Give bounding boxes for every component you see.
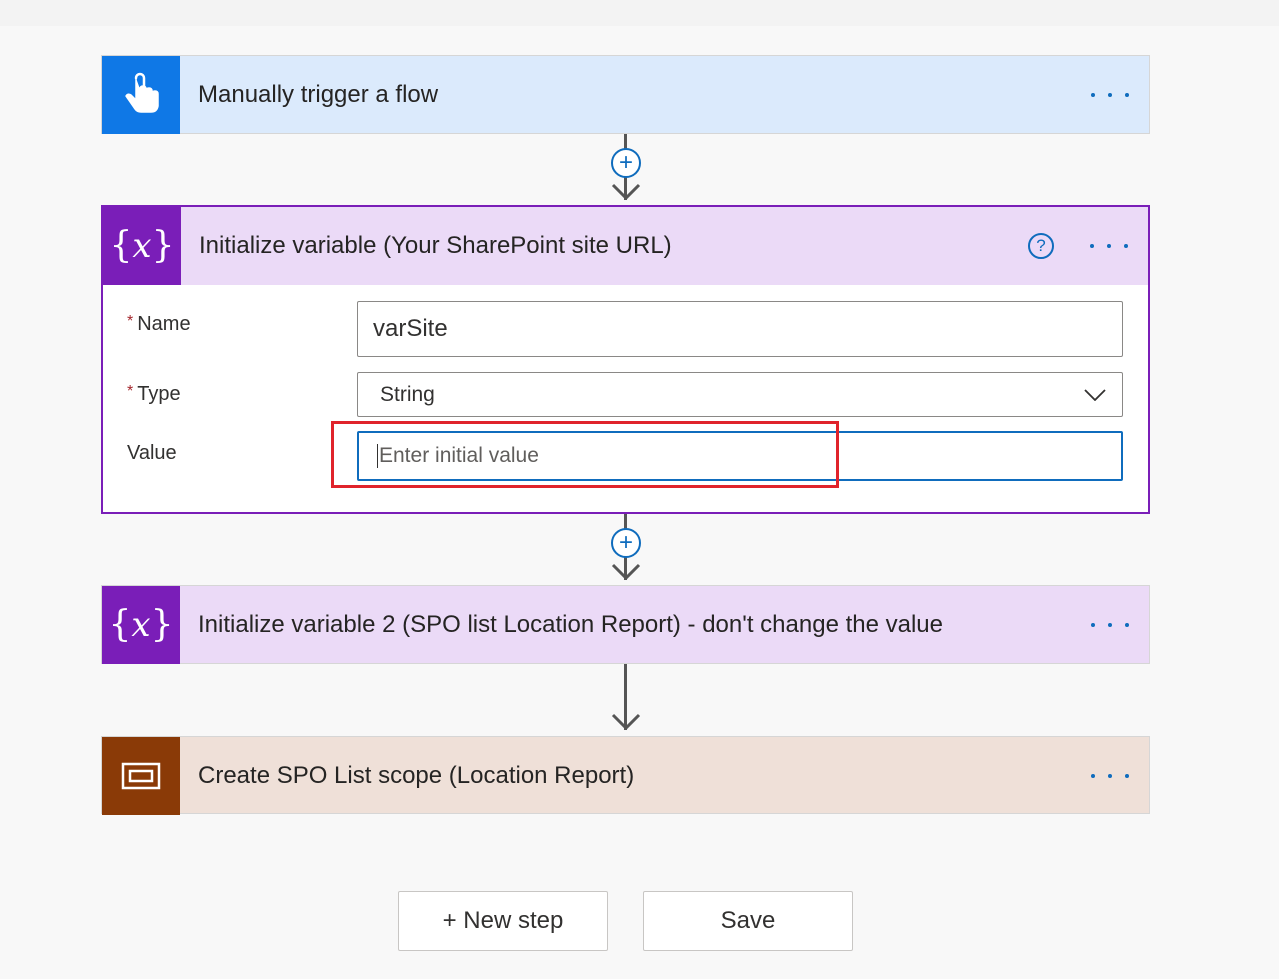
type-dropdown[interactable]: String: [357, 372, 1123, 417]
trigger-more-icon[interactable]: [1091, 90, 1129, 100]
chevron-down-icon: [1084, 388, 1106, 401]
init-variable-2-card-header[interactable]: {x} Initialize variable 2 (SPO list Loca…: [102, 586, 1149, 664]
init-variable-card-header[interactable]: {x} Initialize variable (Your SharePoint…: [103, 207, 1148, 285]
insert-step-plus-icon[interactable]: +: [611, 148, 641, 178]
text-cursor: [377, 444, 378, 468]
trigger-title: Manually trigger a flow: [198, 81, 439, 108]
top-band: [0, 0, 1279, 26]
name-label-text: Name: [137, 313, 191, 335]
type-dropdown-value: String: [380, 382, 435, 406]
arrow-down-icon: [611, 713, 641, 731]
scope-card[interactable]: Create SPO List scope (Location Report): [101, 736, 1150, 815]
init-variable-more-icon[interactable]: [1090, 241, 1128, 251]
name-input[interactable]: varSite: [357, 301, 1123, 357]
arrow-down-icon: [611, 183, 641, 201]
init-variable-2-card[interactable]: {x} Initialize variable 2 (SPO list Loca…: [101, 585, 1150, 664]
value-label: Value: [127, 442, 177, 464]
insert-step-plus-icon[interactable]: +: [611, 528, 641, 558]
scope-more-icon[interactable]: [1091, 771, 1129, 781]
init-variable-title: Initialize variable (Your SharePoint sit…: [199, 232, 672, 259]
scope-icon: [102, 737, 180, 815]
connector-1: +: [611, 134, 641, 206]
init-variable-card[interactable]: {x} Initialize variable (Your SharePoint…: [101, 205, 1150, 514]
new-step-button[interactable]: + New step: [398, 891, 608, 951]
init-variable-2-title: Initialize variable 2 (SPO list Location…: [198, 611, 943, 638]
type-label: * Type: [127, 383, 181, 406]
trigger-card-header[interactable]: Manually trigger a flow: [102, 56, 1149, 134]
scope-title: Create SPO List scope (Location Report): [198, 762, 635, 789]
help-icon[interactable]: ?: [1028, 233, 1054, 259]
value-input-placeholder: Enter initial value: [379, 444, 539, 467]
trigger-card[interactable]: Manually trigger a flow: [101, 55, 1150, 134]
connector-3: [611, 664, 641, 736]
connector-2: +: [611, 514, 641, 586]
name-label: * Name: [127, 313, 191, 336]
type-label-text: Type: [137, 383, 181, 405]
value-input[interactable]: Enter initial value: [357, 431, 1123, 481]
init-variable-2-more-icon[interactable]: [1091, 620, 1129, 630]
name-input-value: varSite: [373, 315, 448, 342]
arrow-down-icon: [611, 563, 641, 581]
required-marker: *: [127, 313, 134, 330]
scope-card-header[interactable]: Create SPO List scope (Location Report): [102, 737, 1149, 815]
hand-touch-icon: [102, 56, 180, 134]
save-button[interactable]: Save: [643, 891, 853, 951]
required-marker: *: [127, 383, 134, 400]
variable-icon: {x}: [102, 586, 180, 664]
variable-icon: {x}: [103, 207, 181, 285]
